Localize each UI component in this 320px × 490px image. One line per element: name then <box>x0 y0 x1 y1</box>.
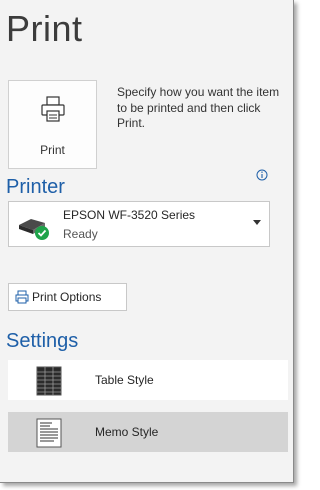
memo-style-icon <box>36 418 62 448</box>
chevron-down-icon <box>253 220 261 225</box>
info-icon[interactable] <box>256 169 268 181</box>
printer-heading: Printer <box>6 176 65 198</box>
printer-status: Ready <box>63 227 98 241</box>
print-button[interactable]: Print <box>8 80 97 169</box>
table-style-option[interactable]: Table Style <box>8 360 288 400</box>
memo-style-label: Memo Style <box>95 425 159 439</box>
settings-heading: Settings <box>6 330 79 352</box>
printer-name: EPSON WF-3520 Series <box>63 208 196 222</box>
print-options-label: Print Options <box>32 290 102 304</box>
memo-style-option[interactable]: Memo Style <box>8 412 288 452</box>
printer-icon <box>41 96 65 122</box>
print-button-label: Print <box>40 143 65 157</box>
print-description: Specify how you want the item to be prin… <box>117 85 280 130</box>
printer-dropdown[interactable]: EPSON WF-3520 Series Ready <box>8 201 270 247</box>
table-style-label: Table Style <box>95 373 154 387</box>
print-options-button[interactable]: Print Options <box>8 283 127 311</box>
print-panel: Print Print Specify how you want the ite… <box>0 0 294 483</box>
table-style-icon <box>36 366 62 396</box>
print-options-icon <box>15 290 29 304</box>
page-title: Print <box>6 8 83 49</box>
printer-ready-icon <box>19 219 49 240</box>
